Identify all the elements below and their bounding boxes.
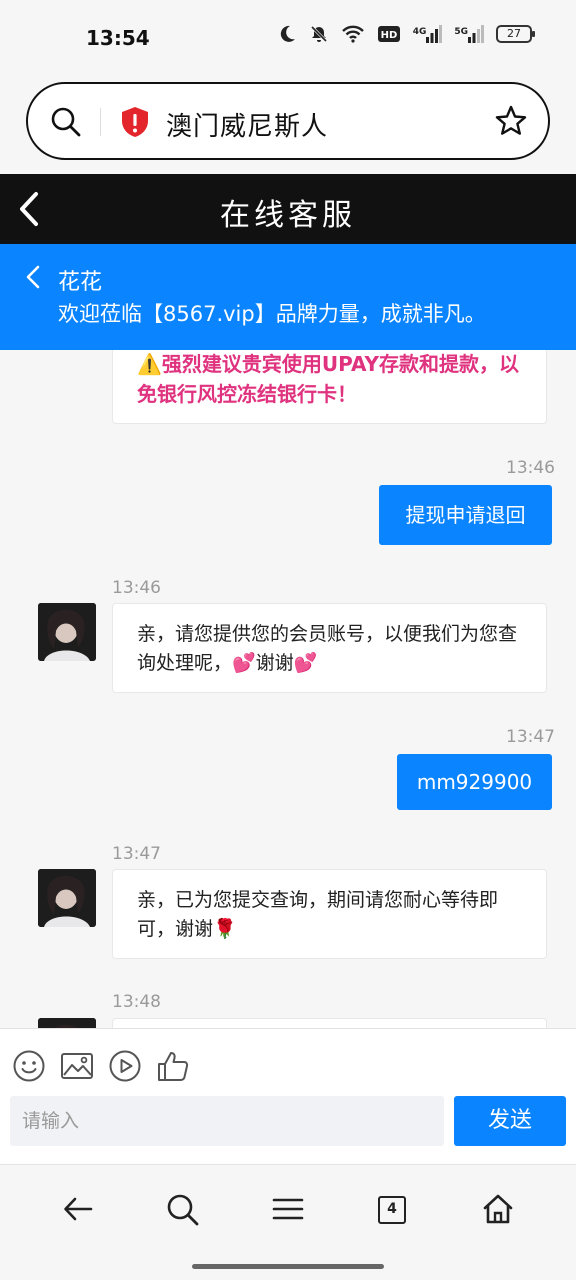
- outgoing-message[interactable]: mm929900: [397, 754, 552, 810]
- moon-icon: [280, 25, 295, 42]
- signal-4g: 4G: [413, 25, 443, 43]
- message-time: 13:46: [112, 578, 161, 598]
- address-text[interactable]: 澳门威尼斯人: [166, 106, 328, 143]
- chevron-left-icon[interactable]: [24, 264, 42, 290]
- message-text: 亲，已为您提交查询，期间请您耐心等待即可，谢谢🌹: [137, 889, 499, 940]
- message-text: 亲，请您提供您的会员账号，以便我们为您查询处理呢，💕谢谢💕: [137, 623, 518, 674]
- agent-avatar: [38, 869, 96, 927]
- message-input[interactable]: [10, 1096, 444, 1146]
- battery-level: 27: [507, 27, 521, 40]
- hd-icon: HD: [377, 26, 400, 42]
- notice-bubble: ⚠️强烈建议贵宾使用UPAY存款和提款，以免银行风控冻结银行卡！: [112, 350, 547, 424]
- browser-address-bar[interactable]: 澳门威尼斯人: [26, 82, 550, 160]
- thumbs-up-icon[interactable]: [156, 1049, 190, 1083]
- message-time: 13:47: [112, 844, 161, 864]
- chat-area[interactable]: ⚠️强烈建议贵宾使用UPAY存款和提款，以免银行风控冻结银行卡！ 13:46 提…: [0, 350, 576, 1028]
- avatar-image: [38, 603, 96, 661]
- signal-bars-icon: [426, 25, 443, 43]
- message-time: 13:48: [112, 992, 161, 1012]
- star-icon[interactable]: [494, 104, 528, 138]
- outgoing-message[interactable]: 提现申请退回: [379, 485, 552, 545]
- tab-switcher-button[interactable]: 4: [378, 1196, 406, 1224]
- battery-icon: 27: [496, 25, 535, 43]
- emoji-icon[interactable]: [12, 1049, 46, 1083]
- incoming-message: [112, 1018, 547, 1028]
- signal-4g-label: 4G: [412, 27, 427, 37]
- message-time: 13:47: [506, 727, 555, 747]
- signal-bars-icon: [468, 25, 484, 43]
- home-indicator[interactable]: [192, 1264, 384, 1269]
- input-bar: 发送: [0, 1028, 576, 1164]
- status-bar: 13:54 HD 4G 5G 27: [0, 0, 576, 76]
- home-icon[interactable]: [482, 1193, 514, 1225]
- signal-5g: 5G: [454, 25, 484, 43]
- title-bar: 在线客服: [0, 174, 576, 244]
- avatar-image: [38, 1018, 96, 1028]
- message-time: 13:46: [506, 458, 555, 478]
- agent-welcome-text: 欢迎莅临【8567.vip】品牌力量，成就非凡。: [58, 302, 486, 326]
- browser-nav-bar: 4: [0, 1164, 576, 1280]
- back-arrow-icon[interactable]: [62, 1193, 94, 1225]
- hd-label: HD: [380, 30, 397, 41]
- video-play-icon[interactable]: [108, 1049, 142, 1083]
- wifi-icon: [341, 25, 364, 43]
- search-icon[interactable]: [50, 106, 82, 138]
- page-title: 在线客服: [220, 198, 356, 233]
- status-time: 13:54: [86, 26, 150, 50]
- avatar-image: [38, 869, 96, 927]
- send-button[interactable]: 发送: [454, 1096, 566, 1146]
- agent-header: 花花 欢迎莅临【8567.vip】品牌力量，成就非凡。: [0, 244, 576, 350]
- notice-text: ⚠️强烈建议贵宾使用UPAY存款和提款，以免银行风控冻结银行卡！: [137, 352, 520, 406]
- mute-bell-icon: [310, 25, 327, 43]
- signal-5g-label: 5G: [454, 27, 468, 37]
- shield-warning-icon[interactable]: [120, 106, 150, 138]
- search-icon[interactable]: [166, 1193, 200, 1227]
- status-icons: HD 4G 5G 27: [277, 24, 535, 44]
- incoming-message: 亲，请您提供您的会员账号，以便我们为您查询处理呢，💕谢谢💕: [112, 603, 547, 693]
- agent-avatar: [38, 603, 96, 661]
- tab-count: 4: [387, 1201, 397, 1217]
- agent-avatar: [38, 1018, 96, 1028]
- menu-icon[interactable]: [272, 1193, 304, 1225]
- agent-name: 花花: [58, 270, 103, 295]
- incoming-message: 亲，已为您提交查询，期间请您耐心等待即可，谢谢🌹: [112, 869, 547, 959]
- address-divider: [100, 108, 101, 136]
- image-icon[interactable]: [60, 1049, 94, 1083]
